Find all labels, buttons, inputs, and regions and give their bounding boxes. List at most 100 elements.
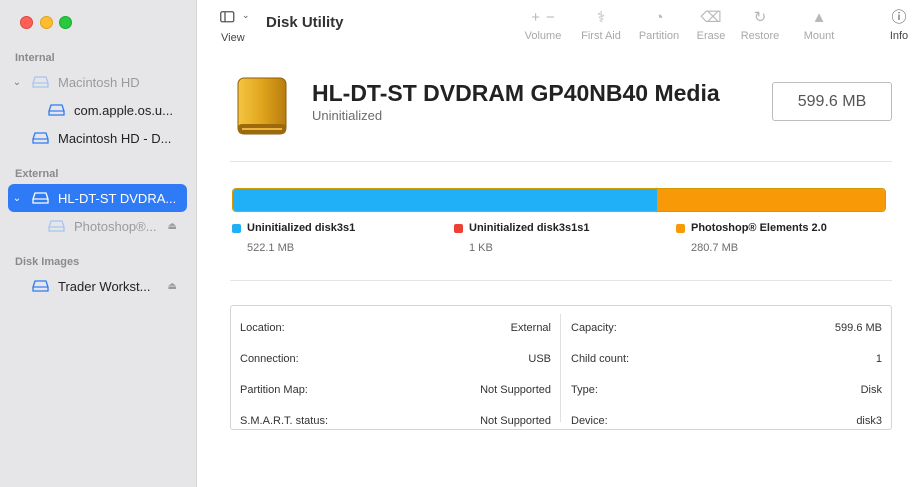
- sidebar-item-label: Macintosh HD: [58, 74, 140, 90]
- mount-icon: ▲: [811, 9, 827, 26]
- section-header-disk-images: Disk Images: [15, 256, 80, 268]
- chevron-down-icon: ⌄: [242, 10, 250, 20]
- tool-label: Volume: [524, 30, 562, 42]
- info-value: Disk: [860, 384, 882, 396]
- sidebar-item-trader-workstation[interactable]: Trader Workst... ⏏: [8, 272, 187, 300]
- legend-name: Uninitialized disk3s1s1: [469, 222, 590, 234]
- tool-label: Mount: [803, 30, 835, 42]
- legend-name: Uninitialized disk3s1: [247, 222, 356, 234]
- info-key: Capacity:: [571, 322, 617, 334]
- info-row: Location: External: [240, 322, 551, 336]
- tool-label: Info: [889, 30, 909, 42]
- zoom-window-button[interactable]: [59, 16, 72, 29]
- info-table: Location: External Connection: USB Parti…: [230, 305, 892, 430]
- mount-button[interactable]: ▲ Mount: [799, 8, 839, 42]
- info-row: Connection: USB: [240, 353, 551, 367]
- info-key: Connection:: [240, 353, 299, 365]
- disk-size-box: 599.6 MB: [772, 82, 892, 121]
- info-row: Child count: 1: [571, 353, 882, 367]
- info-key: Type:: [571, 384, 598, 396]
- eject-icon[interactable]: ⏏: [168, 281, 177, 292]
- info-key: Child count:: [571, 353, 630, 365]
- app-title: Disk Utility: [266, 14, 344, 31]
- tool-label: Restore: [740, 30, 780, 42]
- partition-button[interactable]: ◔ Partition: [636, 8, 682, 42]
- info-row: Type: Disk: [571, 384, 882, 398]
- legend-swatch: [676, 224, 685, 233]
- eject-icon[interactable]: ⏏: [168, 221, 177, 232]
- view-button[interactable]: ⌄: [220, 10, 260, 50]
- volume-icon: [32, 280, 49, 292]
- chevron-down-icon[interactable]: ⌄: [12, 77, 22, 88]
- sidebar: Internal ⌄ Macintosh HD com.apple.os.u..…: [0, 0, 197, 487]
- info-value: External: [510, 322, 551, 334]
- sidebar-item-label: HL-DT-ST DVDRA...: [58, 190, 177, 206]
- legend-swatch: [454, 224, 463, 233]
- stethoscope-icon: ⚕: [596, 9, 606, 26]
- view-label: View: [221, 32, 245, 44]
- info-row: S.M.A.R.T. status: Not Supported: [240, 415, 551, 429]
- volume-icon: [48, 104, 65, 116]
- restore-icon: ↻: [753, 9, 767, 26]
- volume-button[interactable]: + − Volume: [523, 8, 563, 42]
- chevron-down-icon[interactable]: ⌄: [12, 193, 22, 204]
- minimize-window-button[interactable]: [40, 16, 53, 29]
- info-row: Partition Map: Not Supported: [240, 384, 551, 398]
- sidebar-item-label: Macintosh HD - D...: [58, 130, 172, 146]
- legend-size: 522.1 MB: [247, 242, 295, 254]
- usage-bar: [232, 188, 886, 212]
- external-disk-icon: [237, 77, 287, 135]
- info-button[interactable]: ⓘ Info: [886, 8, 912, 42]
- legend-name: Photoshop® Elements 2.0: [691, 222, 827, 234]
- sidebar-toggle-icon: [220, 11, 235, 23]
- eraser-icon: ⌫: [700, 9, 722, 26]
- column-divider: [560, 314, 561, 422]
- sidebar-item-label: com.apple.os.u...: [74, 102, 173, 118]
- info-row: Capacity: 599.6 MB: [571, 322, 882, 336]
- internal-drive-icon: [32, 76, 49, 88]
- disk-utility-window: Internal ⌄ Macintosh HD com.apple.os.u..…: [0, 0, 918, 487]
- tool-label: First Aid: [581, 30, 621, 42]
- disk-title: HL-DT-ST DVDRAM GP40NB40 Media: [312, 80, 720, 106]
- first-aid-button[interactable]: ⚕ First Aid: [578, 8, 624, 42]
- info-key: Partition Map:: [240, 384, 308, 396]
- volume-icon: [48, 220, 65, 232]
- info-icon: ⓘ: [891, 9, 907, 26]
- erase-button[interactable]: ⌫ Erase: [694, 8, 728, 42]
- info-value: 1: [875, 353, 882, 365]
- toolbar: ⌄ View Disk Utility + − Volume ⚕ First A…: [198, 0, 918, 62]
- info-value: Not Supported: [480, 415, 551, 427]
- info-row: Device: disk3: [571, 415, 882, 429]
- info-value: disk3: [856, 415, 882, 427]
- info-value: Not Supported: [480, 384, 551, 396]
- external-drive-icon: [32, 192, 49, 204]
- sidebar-item-dvdram[interactable]: ⌄ HL-DT-ST DVDRA...: [8, 184, 187, 212]
- tool-label: Erase: [696, 30, 726, 42]
- disk-status: Uninitialized: [312, 108, 383, 123]
- info-key: Location:: [240, 322, 285, 334]
- close-window-button[interactable]: [20, 16, 33, 29]
- sidebar-item-com-apple-os[interactable]: com.apple.os.u...: [8, 96, 187, 124]
- section-header-external: External: [15, 168, 59, 180]
- section-header-internal: Internal: [15, 52, 55, 64]
- sidebar-item-label: Photoshop®...: [74, 218, 157, 234]
- sidebar-item-photoshop[interactable]: Photoshop®... ⏏: [8, 212, 187, 240]
- pie-icon: ◔: [654, 9, 664, 26]
- legend-size: 280.7 MB: [691, 242, 739, 254]
- plus-minus-icon: + −: [531, 9, 555, 26]
- volume-icon: [32, 132, 49, 144]
- info-key: Device:: [571, 415, 608, 427]
- divider: [230, 280, 892, 281]
- sidebar-item-label: Trader Workst...: [58, 278, 151, 294]
- legend-swatch: [232, 224, 241, 233]
- sidebar-item-macintosh-hd-data[interactable]: Macintosh HD - D...: [8, 124, 187, 152]
- info-key: S.M.A.R.T. status:: [240, 415, 329, 427]
- restore-button[interactable]: ↻ Restore: [738, 8, 782, 42]
- usage-segment-disk3s1: [233, 189, 658, 211]
- usage-segment-photoshop: [657, 189, 885, 211]
- info-value: USB: [528, 353, 551, 365]
- sidebar-item-macintosh-hd[interactable]: ⌄ Macintosh HD: [8, 68, 187, 96]
- legend-size: 1 KB: [469, 242, 493, 254]
- divider: [230, 161, 892, 162]
- tool-label: Partition: [638, 30, 680, 42]
